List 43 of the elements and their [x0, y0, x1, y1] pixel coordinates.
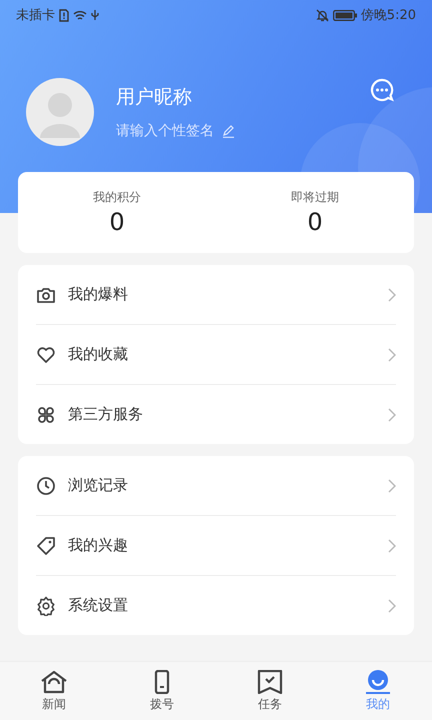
usb-icon	[91, 9, 99, 21]
menu-item[interactable]: 我的收藏	[36, 325, 396, 385]
bell-off-icon	[316, 8, 329, 22]
heart-icon	[36, 344, 56, 364]
stat-value: 0	[109, 208, 125, 236]
chevron-icon	[388, 348, 396, 362]
menu-item[interactable]: 浏览记录	[36, 456, 396, 516]
sim-icon	[59, 8, 69, 22]
battery-icon	[332, 10, 357, 20]
menu-item[interactable]: 系统设置	[36, 576, 396, 635]
nav-tab[interactable]: 任务	[216, 662, 324, 720]
pencil-icon[interactable]	[222, 124, 235, 138]
stat-value: 0	[307, 208, 323, 236]
clock-icon	[36, 476, 56, 496]
smile-icon	[364, 670, 392, 694]
menu-item[interactable]: 我的爆料	[36, 265, 396, 325]
stat-label: 即将过期	[291, 189, 339, 206]
home-icon	[40, 670, 68, 694]
menu-label: 浏览记录	[68, 476, 129, 495]
avatar[interactable]	[24, 78, 96, 146]
chevron-icon	[388, 288, 396, 302]
nav-tab[interactable]: 拨号	[108, 662, 216, 720]
menu-label: 第三方服务	[68, 405, 144, 424]
message-icon[interactable]	[370, 78, 394, 102]
nav-tab[interactable]: 新闻	[0, 662, 108, 720]
tag-icon	[36, 536, 56, 556]
task-icon	[256, 670, 284, 694]
menu-item[interactable]: 第三方服务	[36, 385, 396, 444]
apps-icon	[36, 404, 56, 424]
chevron-icon	[388, 478, 396, 492]
chevron-icon	[388, 538, 396, 552]
clock-text: 傍晚5:20	[360, 7, 416, 24]
settings-icon	[36, 596, 56, 616]
menu-label: 系统设置	[68, 596, 129, 615]
menu-item[interactable]: 我的兴趣	[36, 516, 396, 576]
menu-label: 我的收藏	[68, 345, 129, 364]
menu-label: 我的爆料	[68, 285, 129, 304]
carrier-text: 未插卡	[16, 7, 55, 24]
chevron-icon	[388, 408, 396, 422]
stat-label: 我的积分	[93, 189, 141, 206]
chevron-icon	[388, 598, 396, 612]
menu-label: 我的兴趣	[68, 536, 129, 555]
wifi-icon	[73, 10, 87, 20]
